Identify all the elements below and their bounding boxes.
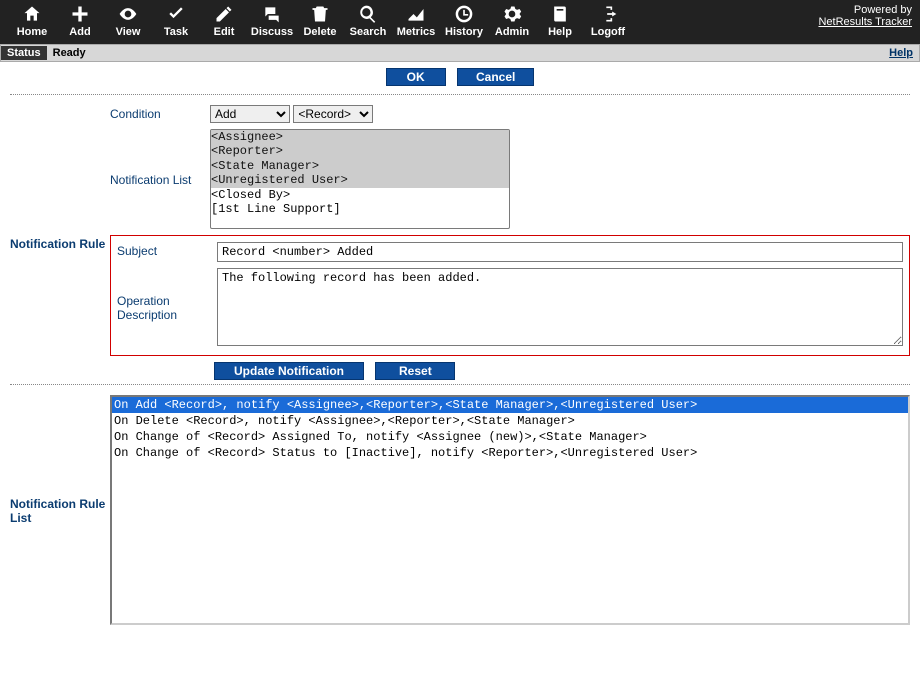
section-label-rule: Notification Rule	[10, 235, 110, 251]
logoff-label: Logoff	[591, 26, 625, 38]
divider	[10, 94, 910, 95]
clock-icon	[454, 4, 474, 24]
admin-button[interactable]: Admin	[488, 4, 536, 38]
gear-icon	[502, 4, 522, 24]
chat-icon	[262, 4, 282, 24]
eye-icon	[118, 4, 138, 24]
divider	[10, 384, 910, 385]
top-button-row: OK Cancel	[10, 68, 910, 86]
delete-label: Delete	[303, 26, 336, 38]
help-link[interactable]: Help	[889, 47, 919, 59]
condition-label: Condition	[110, 105, 210, 121]
toolbar-items: Home Add View Task Edit Discuss Delete	[8, 4, 632, 38]
product-link[interactable]: NetResults Tracker	[818, 16, 912, 28]
notification-list-option[interactable]: <Reporter>	[211, 144, 509, 158]
book-icon	[550, 4, 570, 24]
delete-button[interactable]: Delete	[296, 4, 344, 38]
status-caption: Status	[1, 46, 47, 60]
home-icon	[22, 4, 42, 24]
home-button[interactable]: Home	[8, 4, 56, 38]
trash-icon	[310, 4, 330, 24]
discuss-label: Discuss	[251, 26, 293, 38]
rule-list-item[interactable]: On Change of <Record> Assigned To, notif…	[112, 429, 908, 445]
notification-list-row: Notification List <Assignee><Reporter><S…	[110, 129, 910, 229]
search-button[interactable]: Search	[344, 4, 392, 38]
plus-icon	[70, 4, 90, 24]
view-label: View	[116, 26, 141, 38]
search-icon	[358, 4, 378, 24]
notification-list-option[interactable]: <State Manager>	[211, 159, 509, 173]
notification-list-option[interactable]: <Assignee>	[211, 130, 509, 144]
notification-list-option[interactable]: <Closed By>	[211, 188, 509, 202]
condition-action-select[interactable]: Add	[210, 105, 290, 123]
view-button[interactable]: View	[104, 4, 152, 38]
notification-rule-section: Notification Rule Condition Add <Record>…	[10, 105, 910, 380]
status-value: Ready	[47, 46, 92, 60]
reset-button[interactable]: Reset	[375, 362, 455, 380]
help-label: Help	[548, 26, 572, 38]
rule-list-item[interactable]: On Change of <Record> Status to [Inactiv…	[112, 445, 908, 461]
add-label: Add	[69, 26, 90, 38]
task-button[interactable]: Task	[152, 4, 200, 38]
subject-label: Subject	[117, 242, 217, 258]
pencil-icon	[214, 4, 234, 24]
operation-description-textarea[interactable]	[217, 268, 903, 346]
condition-target-select[interactable]: <Record>	[293, 105, 373, 123]
search-label: Search	[350, 26, 387, 38]
check-icon	[166, 4, 186, 24]
logout-icon	[598, 4, 618, 24]
condition-row: Condition Add <Record>	[110, 105, 910, 123]
notification-list-option[interactable]: [1st Line Support]	[211, 202, 509, 216]
notification-rule-list-section: Notification Rule List On Add <Record>, …	[10, 395, 910, 625]
edit-button[interactable]: Edit	[200, 4, 248, 38]
powered-by-text: Powered by	[818, 4, 912, 16]
status-bar: Status Ready Help	[0, 44, 920, 62]
update-notification-button[interactable]: Update Notification	[214, 362, 364, 380]
metrics-label: Metrics	[397, 26, 436, 38]
metrics-button[interactable]: Metrics	[392, 4, 440, 38]
action-button-row: Update Notification Reset	[210, 362, 910, 380]
history-button[interactable]: History	[440, 4, 488, 38]
admin-label: Admin	[495, 26, 529, 38]
history-label: History	[445, 26, 483, 38]
home-label: Home	[17, 26, 48, 38]
section-label-rule-list: Notification Rule List	[10, 495, 110, 525]
notification-list-option[interactable]: <Unregistered User>	[211, 173, 509, 187]
ok-button[interactable]: OK	[386, 68, 446, 86]
rule-list-item[interactable]: On Add <Record>, notify <Assignee>,<Repo…	[112, 397, 908, 413]
opdesc-label: Operation Description	[117, 292, 217, 322]
main-toolbar: Home Add View Task Edit Discuss Delete	[0, 0, 920, 44]
rule-list-item[interactable]: On Delete <Record>, notify <Assignee>,<R…	[112, 413, 908, 429]
subject-input[interactable]	[217, 242, 903, 262]
highlight-box: Subject Operation Description	[110, 235, 910, 356]
edit-label: Edit	[214, 26, 235, 38]
notification-list-label: Notification List	[110, 171, 210, 187]
add-button[interactable]: Add	[56, 4, 104, 38]
rule-list[interactable]: On Add <Record>, notify <Assignee>,<Repo…	[110, 395, 910, 625]
discuss-button[interactable]: Discuss	[248, 4, 296, 38]
cancel-button[interactable]: Cancel	[457, 68, 534, 86]
content: OK Cancel Notification Rule Condition Ad…	[0, 62, 920, 635]
help-button[interactable]: Help	[536, 4, 584, 38]
chart-icon	[406, 4, 426, 24]
task-label: Task	[164, 26, 188, 38]
notification-list-select[interactable]: <Assignee><Reporter><State Manager><Unre…	[210, 129, 510, 229]
logoff-button[interactable]: Logoff	[584, 4, 632, 38]
toolbar-branding: Powered by NetResults Tracker	[818, 4, 912, 28]
